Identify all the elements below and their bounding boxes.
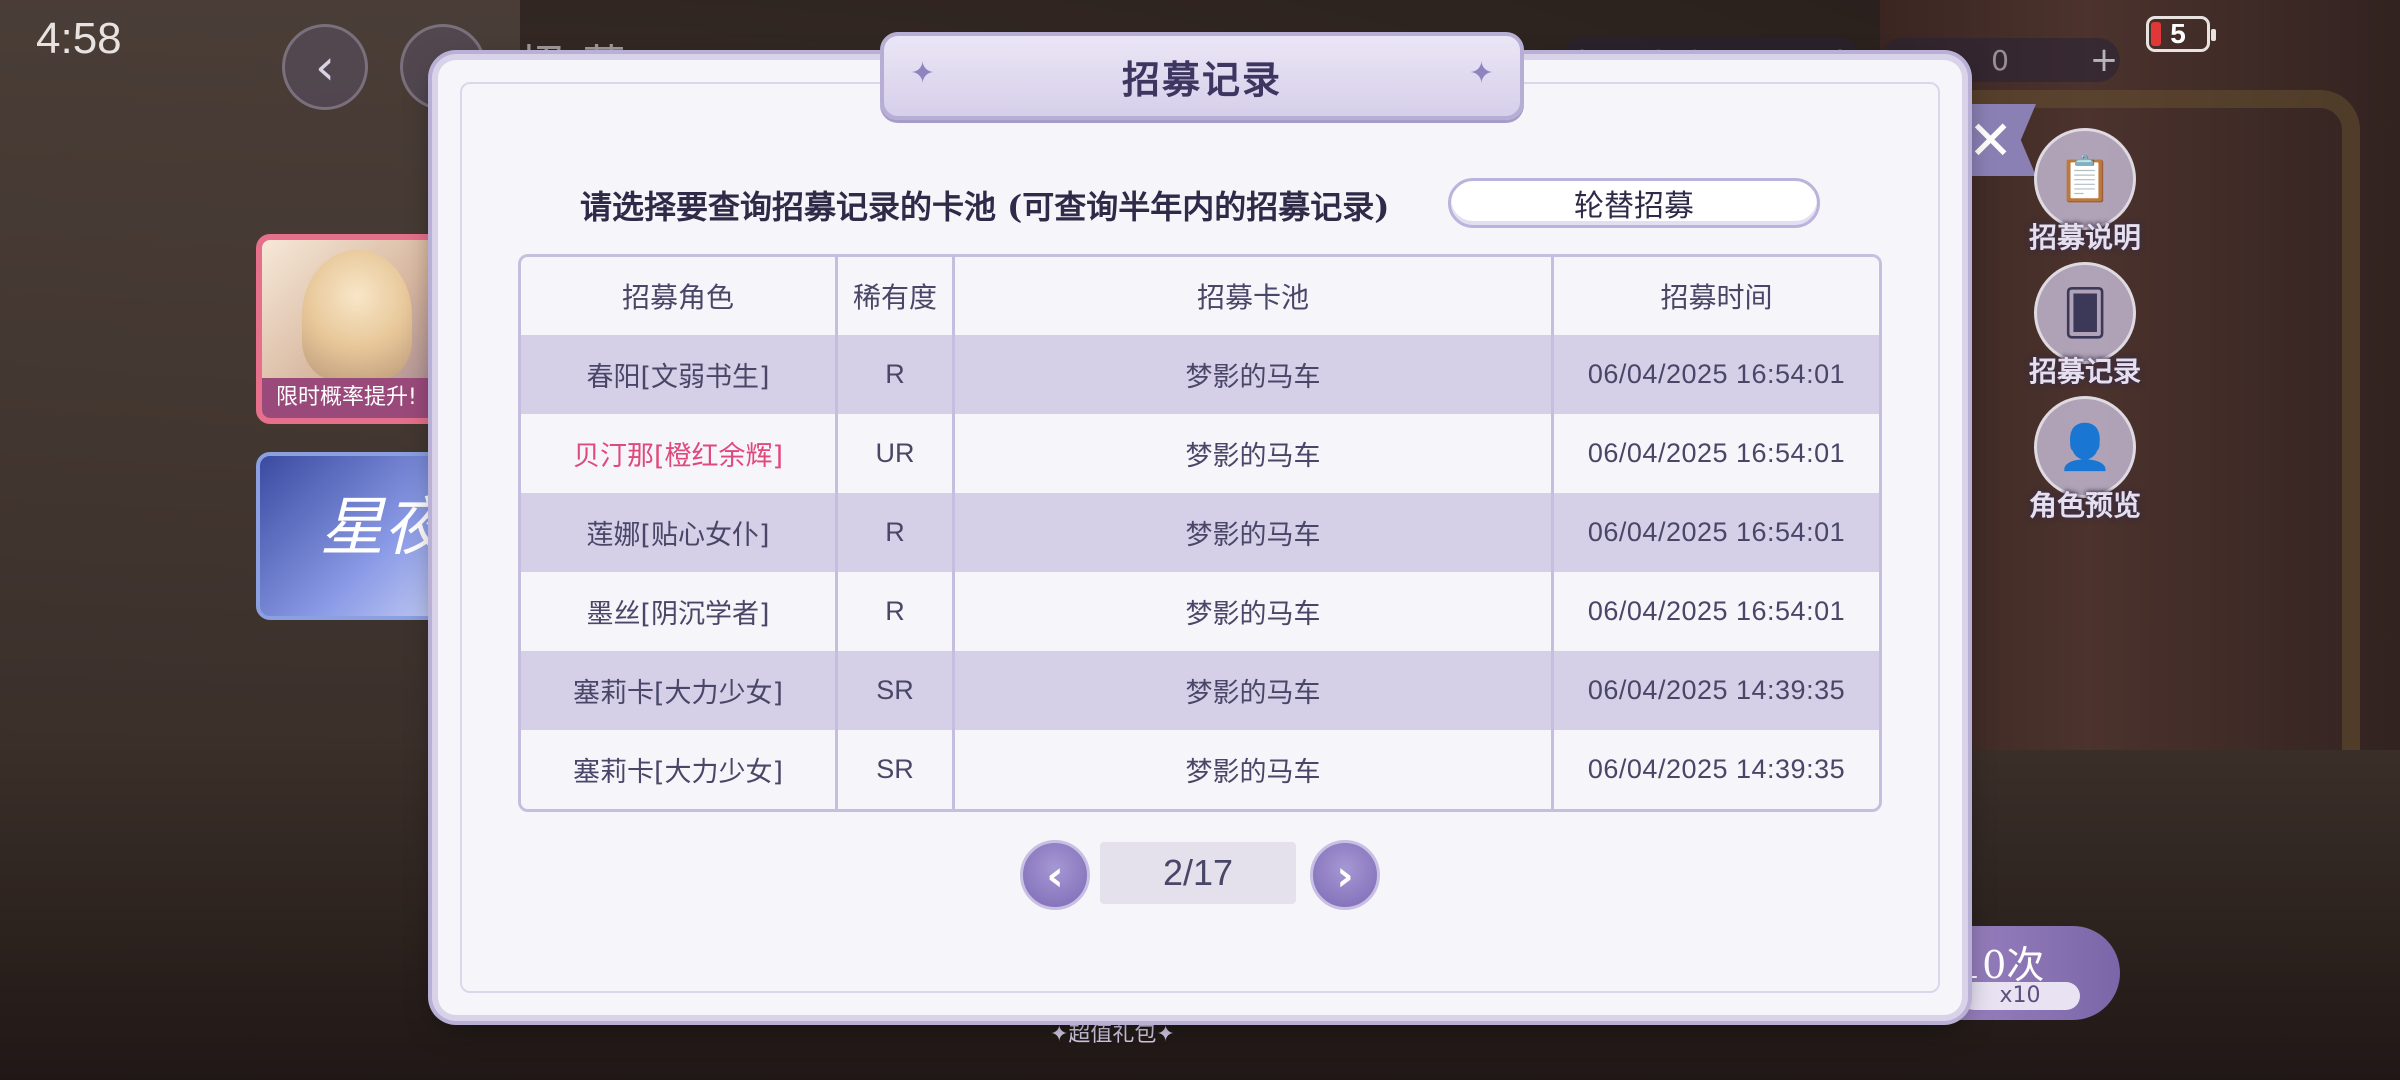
- currency-2-add-button[interactable]: +: [2082, 38, 2126, 82]
- cell-time: 06/04/2025 14:39:35: [1554, 730, 1879, 809]
- banner-2-title: 星夜: [320, 491, 448, 565]
- cell-time: 06/04/2025 16:54:01: [1554, 335, 1879, 414]
- table-row: 墨丝[阴沉学者] R 梦影的马车 06/04/2025 16:54:01: [521, 572, 1879, 651]
- currency-2-value: 0: [1991, 43, 2009, 77]
- cell-character: 莲娜[贴心女仆]: [521, 493, 838, 572]
- dialog-title: 招募记录: [1121, 56, 1282, 102]
- cell-character: 塞莉卡[大力少女]: [521, 730, 838, 809]
- side-item-label: 招募记录: [2028, 355, 2141, 388]
- table-row: 莲娜[贴心女仆] R 梦影的马车 06/04/2025 16:54:01: [521, 493, 1879, 572]
- cell-time: 06/04/2025 16:54:01: [1554, 493, 1879, 572]
- cell-time: 06/04/2025 16:54:01: [1554, 572, 1879, 651]
- cell-pool: 梦影的马车: [955, 493, 1554, 572]
- table-row: 塞莉卡[大力少女] SR 梦影的马车 06/04/2025 14:39:35: [521, 730, 1879, 809]
- pool-selector-button[interactable]: 轮替招募: [1448, 178, 1820, 228]
- cell-pool: 梦影的马车: [955, 651, 1554, 730]
- column-header-time: 招募时间: [1554, 257, 1879, 335]
- sparkle-icon: ✦: [910, 56, 936, 91]
- cell-pool: 梦影的马车: [955, 414, 1554, 493]
- record-table: 招募角色 稀有度 招募卡池 招募时间 春阳[文弱书生] R 梦影的马车 06/0…: [518, 254, 1882, 812]
- cell-pool: 梦影的马车: [955, 572, 1554, 651]
- cell-time: 06/04/2025 16:54:01: [1554, 414, 1879, 493]
- cell-character: 贝汀那[橙红余辉]: [521, 414, 838, 493]
- cell-character: 墨丝[阴沉学者]: [521, 572, 838, 651]
- banner-starry[interactable]: 星夜: [256, 452, 464, 620]
- side-recruit-record[interactable]: 🂠 招募记录: [2020, 262, 2150, 390]
- side-recruit-info[interactable]: 📋 招募说明: [2020, 128, 2150, 256]
- banner-tag: 限时概率提升!: [262, 378, 462, 418]
- cell-rarity: SR: [838, 651, 955, 730]
- side-character-preview[interactable]: 👤 角色预览: [2020, 396, 2150, 524]
- cell-rarity: R: [838, 493, 955, 572]
- cell-rarity: UR: [838, 414, 955, 493]
- status-time: 4:58: [36, 14, 122, 63]
- table-row: 春阳[文弱书生] R 梦影的马车 06/04/2025 16:54:01: [521, 335, 1879, 414]
- table-header-row: 招募角色 稀有度 招募卡池 招募时间: [521, 257, 1879, 335]
- sparkle-icon: ✦: [1468, 56, 1494, 91]
- gift-tag: ✦超值礼包✦: [1050, 1022, 1175, 1047]
- column-header-pool: 招募卡池: [955, 257, 1554, 335]
- back-arrow-icon: ‹: [315, 38, 335, 96]
- banner-character-art: [302, 250, 412, 380]
- cell-pool: 梦影的马车: [955, 730, 1554, 809]
- clipboard-icon: 📋: [2034, 128, 2136, 230]
- table-row: 塞莉卡[大力少女] SR 梦影的马车 06/04/2025 14:39:35: [521, 651, 1879, 730]
- recruit-record-dialog: ✦ 招募记录 ✦ 请选择要查询招募记录的卡池 (可查询半年内的招募记录) 轮替招…: [438, 32, 1962, 1015]
- chevron-left-icon: ‹: [1046, 850, 1064, 900]
- cell-rarity: R: [838, 335, 955, 414]
- column-header-rarity: 稀有度: [838, 257, 955, 335]
- page-indicator: 2/17: [1100, 842, 1296, 904]
- chevron-right-icon: ›: [1336, 850, 1354, 900]
- person-icon: 👤: [2034, 396, 2136, 498]
- side-item-label: 招募说明: [2028, 221, 2141, 254]
- recruit-10-cost: x10: [1960, 982, 2080, 1010]
- table-row: 贝汀那[橙红余辉] UR 梦影的马车 06/04/2025 16:54:01: [521, 414, 1879, 493]
- cell-character: 春阳[文弱书生]: [521, 335, 838, 414]
- cell-character: 塞莉卡[大力少女]: [521, 651, 838, 730]
- dialog-title-plate: ✦ 招募记录 ✦: [880, 32, 1524, 120]
- column-header-character: 招募角色: [521, 257, 838, 335]
- back-button[interactable]: ‹: [282, 24, 368, 110]
- next-page-button[interactable]: ›: [1310, 840, 1380, 910]
- close-icon: ✕: [1968, 108, 2014, 172]
- pool-prompt: 请选择要查询招募记录的卡池 (可查询半年内的招募记录): [580, 188, 1390, 226]
- cell-rarity: R: [838, 572, 955, 651]
- cell-time: 06/04/2025 14:39:35: [1554, 651, 1879, 730]
- banner-limited[interactable]: 限时概率提升!: [256, 234, 468, 424]
- prev-page-button[interactable]: ‹: [1020, 840, 1090, 910]
- side-item-label: 角色预览: [2028, 489, 2141, 522]
- cell-rarity: SR: [838, 730, 955, 809]
- cell-pool: 梦影的马车: [955, 335, 1554, 414]
- battery-icon: 5: [2146, 16, 2216, 52]
- pagination: ‹ 2/17 ›: [1020, 840, 1380, 910]
- cards-icon: 🂠: [2034, 262, 2136, 364]
